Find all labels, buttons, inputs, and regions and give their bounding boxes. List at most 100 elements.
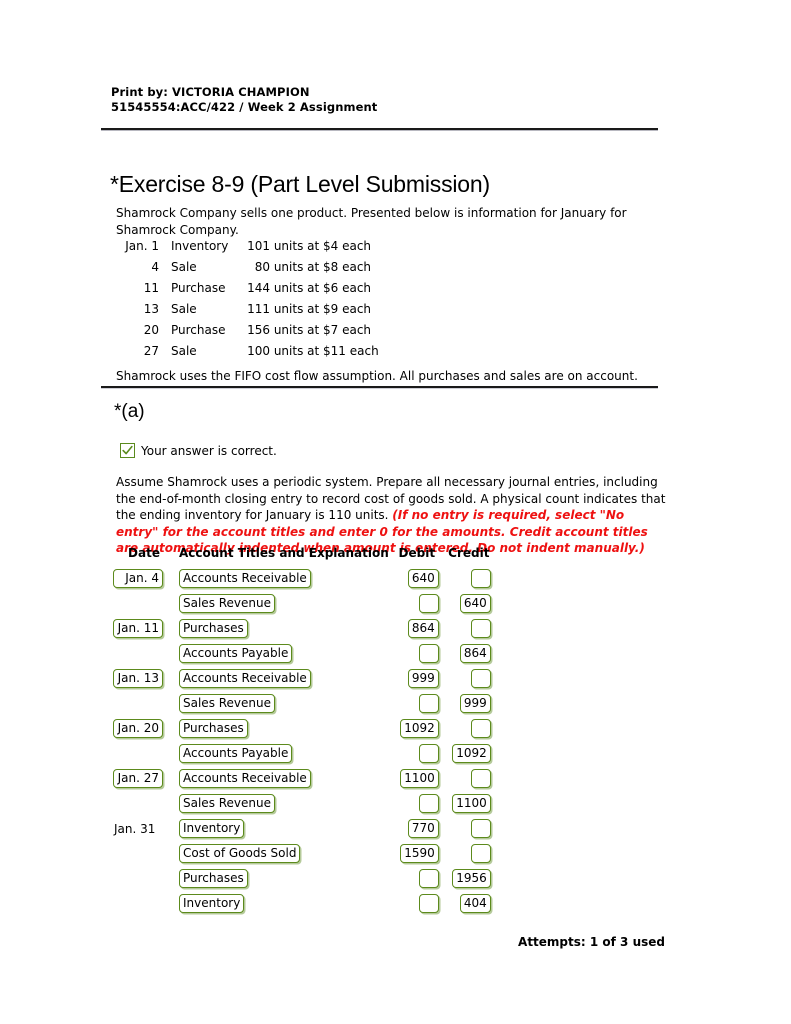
- answer-status-label: Your answer is correct.: [141, 443, 277, 458]
- date-label: Jan. 31: [114, 821, 156, 836]
- debit-amount-input[interactable]: 640: [407, 569, 439, 588]
- credit-amount-input[interactable]: [470, 569, 491, 588]
- credit-amount-input[interactable]: [470, 769, 491, 788]
- transaction-unit-price: units at $4 each: [273, 238, 372, 253]
- credit-amount-input[interactable]: [470, 619, 491, 638]
- print-header-line-1: Print by: VICTORIA CHAMPION: [111, 85, 310, 99]
- date-input[interactable]: Jan. 13: [113, 669, 163, 688]
- transaction-date: Jan. 1: [125, 238, 159, 253]
- journal-account-cell: Purchases: [175, 866, 389, 891]
- debit-amount-input[interactable]: 1100: [400, 769, 439, 788]
- account-title-input[interactable]: Accounts Payable: [179, 744, 293, 763]
- credit-amount-input[interactable]: [470, 669, 491, 688]
- journal-date-cell: Jan. 13: [113, 666, 175, 691]
- account-title-input[interactable]: Inventory: [179, 894, 245, 913]
- journal-debit-cell: 1092: [389, 716, 439, 741]
- transaction-unit-count: 156: [247, 322, 270, 337]
- debit-amount-input[interactable]: [418, 644, 439, 663]
- journal-row: Jan. 13 Accounts Receivable 999: [113, 666, 491, 691]
- account-title-input[interactable]: Cost of Goods Sold: [179, 844, 301, 863]
- debit-amount-input[interactable]: [418, 869, 439, 888]
- journal-debit-cell: [389, 891, 439, 916]
- journal-debit-cell: [389, 741, 439, 766]
- page-title: *Exercise 8-9 (Part Level Submission): [110, 171, 490, 198]
- credit-amount-input[interactable]: 640: [459, 594, 491, 613]
- journal-row: Sales Revenue 999: [113, 691, 491, 716]
- account-title-input[interactable]: Sales Revenue: [179, 794, 276, 813]
- debit-amount-input[interactable]: [418, 594, 439, 613]
- journal-credit-cell: 1956: [439, 866, 491, 891]
- debit-amount-input[interactable]: 864: [407, 619, 439, 638]
- account-title-input[interactable]: Accounts Payable: [179, 644, 293, 663]
- credit-amount-input[interactable]: 1092: [452, 744, 491, 763]
- journal-date-cell: Jan. 27: [113, 766, 175, 791]
- journal-row: Accounts Payable 864: [113, 641, 491, 666]
- debit-amount-input[interactable]: 770: [407, 819, 439, 838]
- credit-amount-input[interactable]: [470, 844, 491, 863]
- answer-status: Your answer is correct.: [120, 443, 277, 458]
- transaction-units: 101 units at $4 each: [239, 235, 379, 256]
- credit-amount-input[interactable]: 999: [459, 694, 491, 713]
- credit-amount-input[interactable]: 404: [459, 894, 491, 913]
- account-title-input[interactable]: Inventory: [179, 819, 245, 838]
- debit-amount-input[interactable]: [418, 694, 439, 713]
- transaction-unit-price: units at $8 each: [273, 259, 372, 274]
- transaction-row: 4 Sale 80 units at $8 each: [113, 256, 379, 277]
- column-header-credit: Credit: [448, 546, 490, 560]
- account-title-input[interactable]: Purchases: [179, 719, 248, 738]
- transaction-unit-price: units at $11 each: [273, 343, 379, 358]
- transaction-type: Purchase: [171, 322, 226, 337]
- fifo-note: Shamrock uses the FIFO cost flow assumpt…: [116, 369, 638, 383]
- credit-amount-input[interactable]: 864: [459, 644, 491, 663]
- journal-account-cell: Inventory: [175, 891, 389, 916]
- journal-account-cell: Accounts Payable: [175, 741, 389, 766]
- credit-amount-input[interactable]: 1956: [452, 869, 491, 888]
- column-header-account: Account Titles and Explanation: [179, 546, 389, 560]
- debit-amount-input[interactable]: 999: [407, 669, 439, 688]
- transaction-date: 13: [143, 301, 159, 316]
- journal-account-cell: Purchases: [175, 716, 389, 741]
- journal-header: Date Account Titles and Explanation Debi…: [113, 546, 491, 566]
- date-input[interactable]: Jan. 20: [113, 719, 163, 738]
- debit-amount-input[interactable]: [418, 744, 439, 763]
- debit-amount-input[interactable]: [418, 894, 439, 913]
- journal-account-cell: Sales Revenue: [175, 691, 389, 716]
- column-header-date: Date: [128, 546, 160, 560]
- journal-credit-cell: [439, 841, 491, 866]
- part-label: *(a): [114, 401, 145, 422]
- transaction-date: 20: [143, 322, 159, 337]
- account-title-input[interactable]: Sales Revenue: [179, 594, 276, 613]
- transaction-unit-price: units at $7 each: [273, 322, 372, 337]
- account-title-input[interactable]: Accounts Receivable: [179, 769, 311, 788]
- journal-row: Jan. 4 Accounts Receivable 640: [113, 566, 491, 591]
- journal-row: Accounts Payable 1092: [113, 741, 491, 766]
- transaction-unit-price: units at $6 each: [273, 280, 372, 295]
- instructions: Assume Shamrock uses a periodic system. …: [116, 474, 668, 557]
- journal-row: Jan. 31 Inventory 770: [113, 816, 491, 841]
- journal-credit-cell: [439, 716, 491, 741]
- journal-date-cell: [113, 891, 175, 916]
- date-input[interactable]: Jan. 11: [113, 619, 163, 638]
- debit-amount-input[interactable]: 1590: [400, 844, 439, 863]
- journal-credit-cell: 1100: [439, 791, 491, 816]
- credit-amount-input[interactable]: 1100: [452, 794, 491, 813]
- credit-amount-input[interactable]: [470, 719, 491, 738]
- account-title-input[interactable]: Accounts Receivable: [179, 669, 311, 688]
- journal-row: Purchases 1956: [113, 866, 491, 891]
- transaction-row: Jan. 1 Inventory 101 units at $4 each: [113, 235, 379, 256]
- account-title-input[interactable]: Purchases: [179, 869, 248, 888]
- transactions-table: Jan. 1 Inventory 101 units at $4 each 4 Sale…: [113, 235, 379, 361]
- date-input[interactable]: Jan. 27: [113, 769, 163, 788]
- credit-amount-input[interactable]: [470, 819, 491, 838]
- transaction-type: Purchase: [171, 280, 226, 295]
- column-header-debit: Debit: [398, 546, 436, 560]
- account-title-input[interactable]: Accounts Receivable: [179, 569, 311, 588]
- transaction-units: 156 units at $7 each: [239, 319, 379, 340]
- debit-amount-input[interactable]: 1092: [400, 719, 439, 738]
- account-title-input[interactable]: Purchases: [179, 619, 248, 638]
- transaction-type: Sale: [171, 259, 197, 274]
- debit-amount-input[interactable]: [418, 794, 439, 813]
- account-title-input[interactable]: Sales Revenue: [179, 694, 276, 713]
- date-input[interactable]: Jan. 4: [113, 569, 163, 588]
- transaction-unit-price: units at $9 each: [273, 301, 372, 316]
